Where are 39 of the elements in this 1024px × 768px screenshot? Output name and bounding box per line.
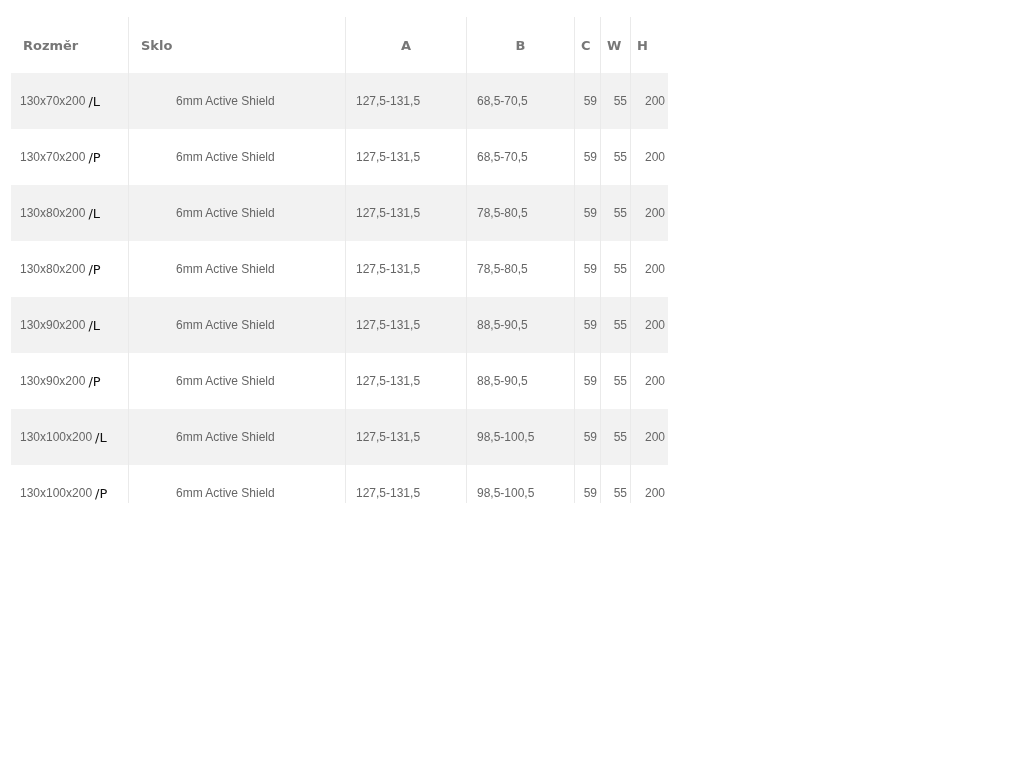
glass-cell: 6mm Active Shield (129, 409, 346, 465)
size-cell: 130x70x200 /L (11, 73, 129, 129)
table-cell: 55 (601, 73, 631, 129)
size-cell: 130x100x200 /P (11, 465, 129, 503)
table-cell: 59 (575, 409, 601, 465)
table-cell: 127,5-131,5 (346, 73, 467, 129)
table-cell: 55 (601, 185, 631, 241)
table-cell: 55 (601, 465, 631, 503)
table-cell: 59 (575, 297, 601, 353)
table-cell: 68,5-70,5 (467, 73, 575, 129)
column-header: H (636, 36, 649, 55)
table-cell: 78,5-80,5 (467, 185, 575, 241)
table-cell: 200 (631, 73, 668, 129)
table-cell: 200 (631, 185, 668, 241)
table-cell: 59 (575, 73, 601, 129)
table-cell: 200 (631, 409, 668, 465)
glass-cell: 6mm Active Shield (129, 297, 346, 353)
table-cell-text: 200 (643, 485, 666, 502)
table-cell: 98,5-100,5 (467, 465, 575, 503)
table-cell: 55 (601, 409, 631, 465)
table-cell: 127,5-131,5 (346, 185, 467, 241)
table-cell-text: 200 (643, 149, 666, 166)
table-cell: 59 (575, 185, 601, 241)
table-cell: 55 (601, 297, 631, 353)
glass-cell: 6mm Active Shield (129, 73, 346, 129)
table-cell-text: 200 (643, 373, 666, 390)
table-cell: 200 (631, 297, 668, 353)
table-cell: 127,5-131,5 (346, 297, 467, 353)
size-cell: 130x80x200 /L (11, 185, 129, 241)
table-cell: 98,5-100,5 (467, 409, 575, 465)
glass-cell: 6mm Active Shield (129, 185, 346, 241)
glass-cell: 6mm Active Shield (129, 465, 346, 503)
table-cell-text: 200 (643, 261, 666, 278)
table-cell: 127,5-131,5 (346, 465, 467, 503)
table-cell: 88,5-90,5 (467, 297, 575, 353)
table-cell: 127,5-131,5 (346, 409, 467, 465)
size-cell: 130x100x200 /L (11, 409, 129, 465)
table-cell: 59 (575, 465, 601, 503)
size-cell: 130x90x200 /L (11, 297, 129, 353)
